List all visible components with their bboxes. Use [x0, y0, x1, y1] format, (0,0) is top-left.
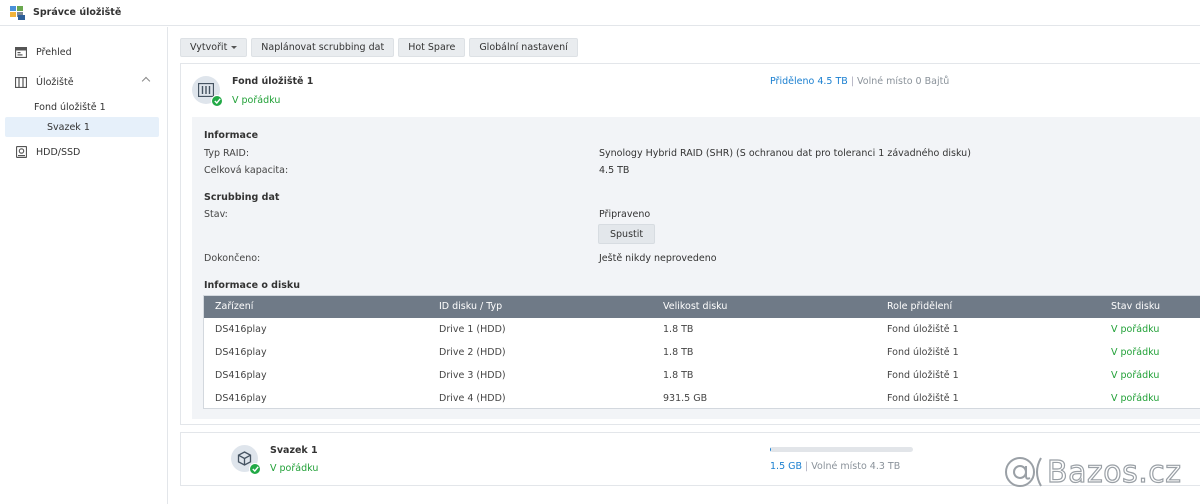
cell-disk-id: Drive 4 (HDD) — [439, 393, 506, 404]
volume-usage-fill — [770, 447, 771, 452]
chevron-up-icon[interactable] — [141, 76, 151, 86]
disk-info-heading: Informace o disku — [204, 280, 300, 291]
toolbar: Vytvořit Naplánovat scrubbing dat Hot Sp… — [180, 38, 578, 57]
storage-pool-allocation: Přiděleno 4.5 TB | Volné místo 0 Bajtů — [770, 76, 949, 87]
volume-name: Svazek 1 — [270, 445, 318, 456]
info-heading: Informace — [204, 130, 259, 141]
scrubbing-state-value: Připraveno — [599, 209, 651, 220]
storage-pool-icon — [192, 76, 223, 107]
cell-device: DS416play — [215, 347, 267, 358]
sidebar-item-volume-1[interactable]: Svazek 1 — [5, 117, 159, 137]
cell-disk-size: 1.8 TB — [663, 347, 694, 358]
schedule-scrubbing-button[interactable]: Naplánovat scrubbing dat — [251, 38, 395, 57]
caret-down-icon — [231, 46, 238, 49]
raid-type-value: Synology Hybrid RAID (SHR) (S ochranou d… — [599, 148, 971, 159]
total-capacity-label: Celková kapacita: — [204, 165, 289, 176]
sidebar-item-label: Přehled — [36, 46, 72, 58]
free-space-value: Volné místo 0 Bajtů — [857, 76, 950, 87]
title-bar: Správce úložiště — [0, 0, 1200, 26]
free-space-value: Volné místo 4.3 TB — [811, 461, 901, 472]
cell-status: V pořádku — [1111, 370, 1160, 381]
volume-usage: 1.5 GB | Volné místo 4.3 TB — [770, 461, 900, 472]
at-symbol-icon — [1005, 457, 1042, 487]
completed-value: Ještě nikdy neprovedeno — [599, 253, 717, 264]
table-row[interactable]: DS416play Drive 3 (HDD) 1.8 TB Fond úlož… — [204, 364, 1200, 387]
create-dropdown-button[interactable]: Vytvořit — [180, 38, 248, 57]
cell-device: DS416play — [215, 393, 267, 404]
table-row[interactable]: DS416play Drive 1 (HDD) 1.8 TB Fond úlož… — [204, 318, 1200, 341]
column-header-device[interactable]: Zařízení — [215, 296, 253, 318]
cell-device: DS416play — [215, 324, 267, 335]
cell-disk-id: Drive 2 (HDD) — [439, 347, 506, 358]
cell-disk-size: 1.8 TB — [663, 370, 694, 381]
table-header: Zařízení ID disku / Typ Velikost disku R… — [204, 296, 1200, 318]
allocated-value: Přiděleno 4.5 TB — [770, 76, 848, 87]
app-title: Správce úložiště — [33, 7, 122, 18]
storage-pool-card[interactable]: Fond úložiště 1 V pořádku Přiděleno 4.5 … — [180, 63, 1200, 425]
cell-role: Fond úložiště 1 — [887, 324, 959, 335]
cell-device: DS416play — [215, 370, 267, 381]
sidebar-item-storage-pool-1[interactable]: Fond úložiště 1 — [5, 97, 159, 117]
overview-icon — [15, 46, 27, 58]
separator: | — [805, 461, 809, 472]
column-header-disk-id[interactable]: ID disku / Typ — [439, 296, 502, 318]
volume-status: V pořádku — [270, 463, 319, 474]
sidebar-item-overview[interactable]: Přehled — [5, 42, 159, 62]
column-header-role[interactable]: Role přidělení — [887, 296, 952, 318]
cell-role: Fond úložiště 1 — [887, 347, 959, 358]
sidebar-item-label: Úložiště — [36, 76, 74, 88]
storage-icon — [15, 76, 27, 88]
column-header-disk-size[interactable]: Velikost disku — [663, 296, 727, 318]
scrubbing-state-label: Stav: — [204, 209, 228, 220]
cell-status: V pořádku — [1111, 393, 1160, 404]
sidebar-subitem-label: Svazek 1 — [47, 121, 90, 133]
cell-status: V pořádku — [1111, 347, 1160, 358]
completed-label: Dokončeno: — [204, 253, 261, 264]
bazos-watermark-logo: Bazos.cz — [1003, 452, 1182, 492]
watermark-text: Bazos.cz — [1046, 454, 1182, 490]
global-settings-button[interactable]: Globální nastavení — [469, 38, 578, 57]
cell-disk-id: Drive 3 (HDD) — [439, 370, 506, 381]
total-capacity-value: 4.5 TB — [599, 165, 630, 176]
used-value: 1.5 GB — [770, 461, 803, 472]
storage-manager-app-icon — [9, 4, 26, 21]
hot-spare-button[interactable]: Hot Spare — [398, 38, 466, 57]
table-row[interactable]: DS416play Drive 2 (HDD) 1.8 TB Fond úlož… — [204, 341, 1200, 364]
run-scrubbing-button[interactable]: Spustit — [598, 224, 656, 244]
sidebar-subitem-label: Fond úložiště 1 — [34, 101, 106, 113]
create-label: Vytvořit — [190, 42, 228, 53]
column-header-status[interactable]: Stav disku — [1111, 296, 1160, 318]
cell-disk-id: Drive 1 (HDD) — [439, 324, 506, 335]
sidebar-item-label: HDD/SSD — [36, 146, 81, 158]
sidebar-item-hdd-ssd[interactable]: HDD/SSD — [5, 142, 159, 162]
cell-status: V pořádku — [1111, 324, 1160, 335]
hdd-icon — [15, 146, 27, 158]
cell-role: Fond úložiště 1 — [887, 393, 959, 404]
sidebar-item-storage[interactable]: Úložiště — [5, 72, 159, 92]
volume-icon — [231, 445, 261, 475]
cell-role: Fond úložiště 1 — [887, 370, 959, 381]
storage-pool-details: Informace Typ RAID: Synology Hybrid RAID… — [192, 117, 1200, 419]
storage-pool-name: Fond úložiště 1 — [232, 76, 314, 87]
cell-disk-size: 1.8 TB — [663, 324, 694, 335]
check-icon — [249, 463, 261, 475]
storage-pool-status: V pořádku — [232, 95, 281, 106]
raid-type-label: Typ RAID: — [204, 148, 250, 159]
sidebar: Přehled Úložiště Fond úložiště 1 Svazek … — [0, 27, 168, 504]
volume-usage-bar — [770, 447, 913, 452]
table-row[interactable]: DS416play Drive 4 (HDD) 931.5 GB Fond úl… — [204, 387, 1200, 410]
separator: | — [850, 76, 855, 87]
check-icon — [211, 95, 223, 107]
disk-table: Zařízení ID disku / Typ Velikost disku R… — [203, 295, 1200, 409]
scrubbing-heading: Scrubbing dat — [204, 192, 280, 203]
cell-disk-size: 931.5 GB — [663, 393, 708, 404]
